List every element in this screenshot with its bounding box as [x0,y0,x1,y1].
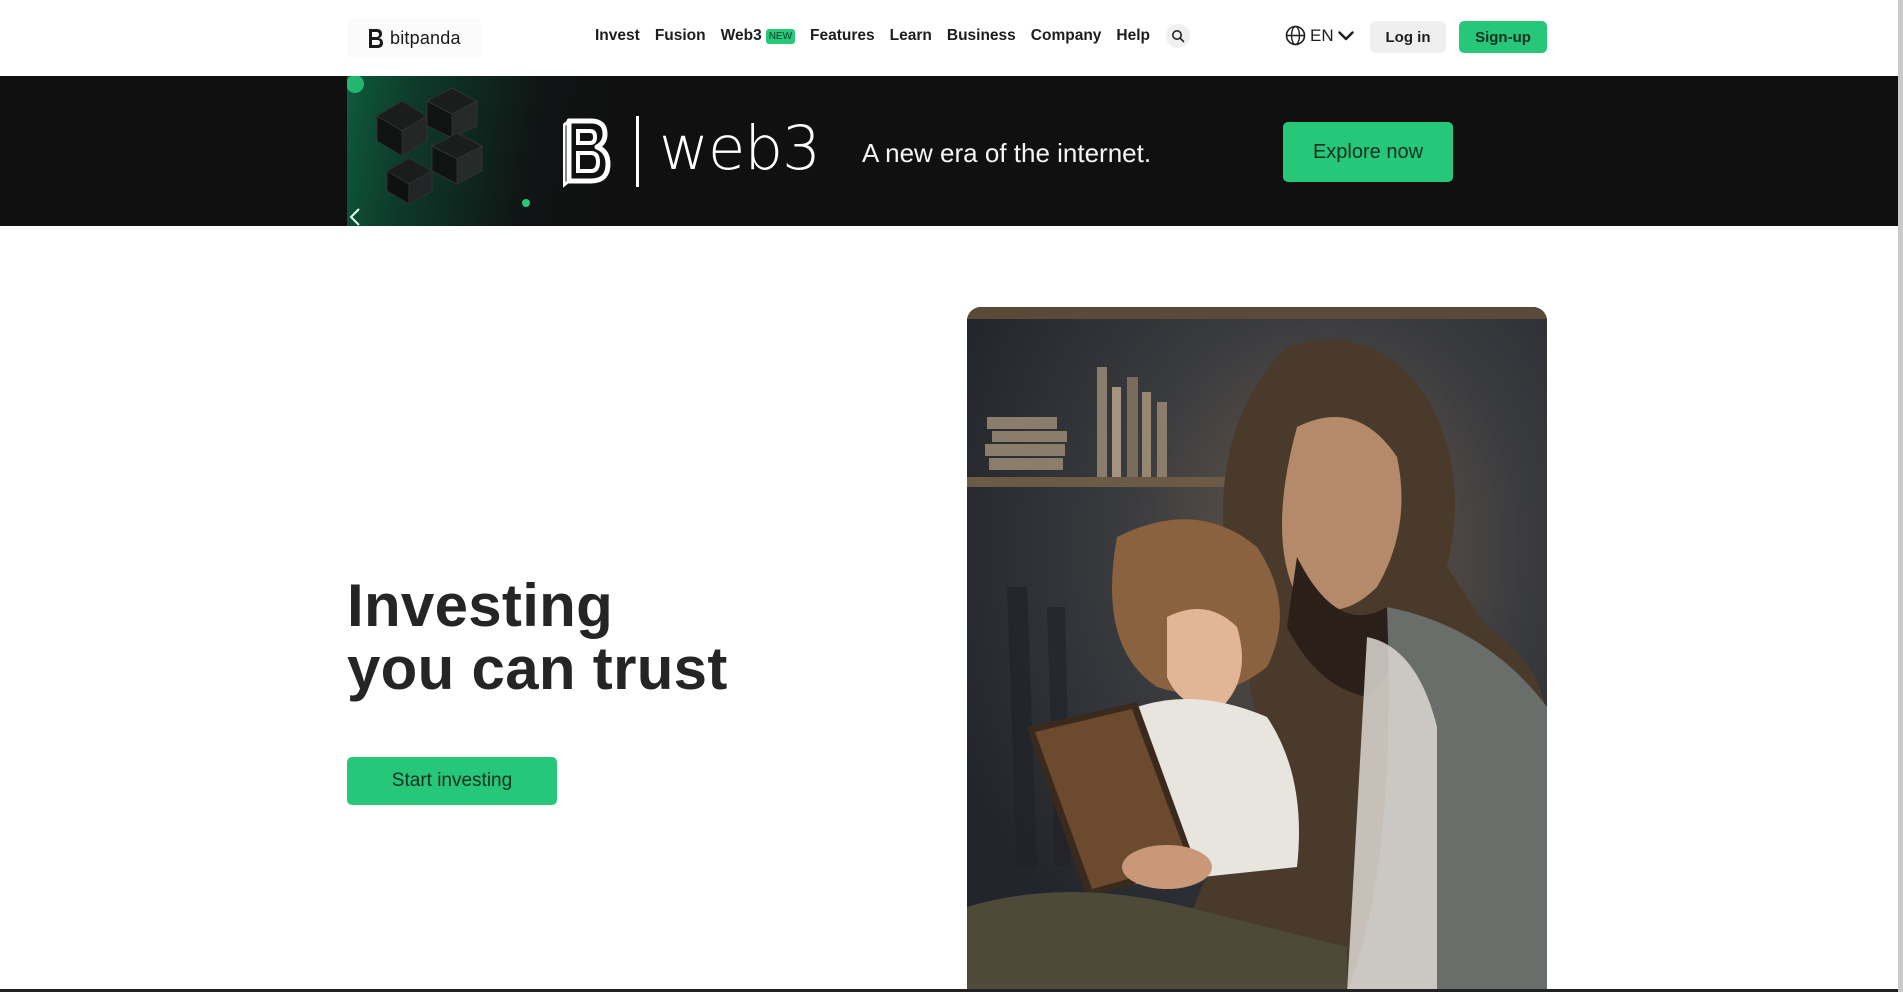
hero-photo [967,307,1547,992]
login-button[interactable]: Log in [1370,21,1446,53]
bitpanda-logo[interactable]: bitpanda [347,18,481,58]
chevron-down-icon [1337,30,1354,40]
globe-icon [1285,25,1306,46]
hero-title-line1: Investing [347,572,614,639]
nav-learn[interactable]: Learn [890,27,932,45]
main-nav: Invest Fusion Web3 NEW Features Learn Bu… [595,24,1191,48]
nav-fusion[interactable]: Fusion [655,27,706,45]
nav-business[interactable]: Business [947,27,1016,45]
banner-tagline: A new era of the internet. [862,138,1152,168]
logo-text: bitpanda [390,27,461,48]
nav-features[interactable]: Features [810,27,875,45]
signup-button[interactable]: Sign-up [1459,21,1547,53]
search-icon [1172,30,1185,43]
language-selector[interactable]: EN [1285,25,1358,46]
banner-divider [636,116,639,187]
scrollbar-thumb[interactable] [1898,0,1903,992]
bitpanda-b-outline-icon [563,118,611,188]
bitpanda-logo-icon [369,28,383,48]
nav-invest[interactable]: Invest [595,27,640,45]
web3-wordmark: web3 [659,113,821,184]
site-header: bitpanda Invest Fusion Web3 NEW Features… [0,0,1898,76]
language-code: EN [1310,25,1334,45]
search-button[interactable] [1166,24,1191,48]
nav-help[interactable]: Help [1116,27,1150,45]
scrollbar[interactable] [1898,0,1903,992]
web3-promo-banner[interactable]: web3 A new era of the internet. Explore … [0,76,1898,226]
hero-title-line2: you can trust [347,635,728,702]
nav-web3-label: Web3 [720,27,762,44]
nav-company[interactable]: Company [1031,27,1102,45]
explore-now-button[interactable]: Explore now [1283,122,1453,182]
nav-web3[interactable]: Web3 NEW [720,27,796,45]
hero-title: Investing you can trust [347,574,728,700]
new-badge: NEW [765,28,796,44]
father-child-reading-image [967,307,1547,992]
start-investing-button[interactable]: Start investing [347,757,557,805]
